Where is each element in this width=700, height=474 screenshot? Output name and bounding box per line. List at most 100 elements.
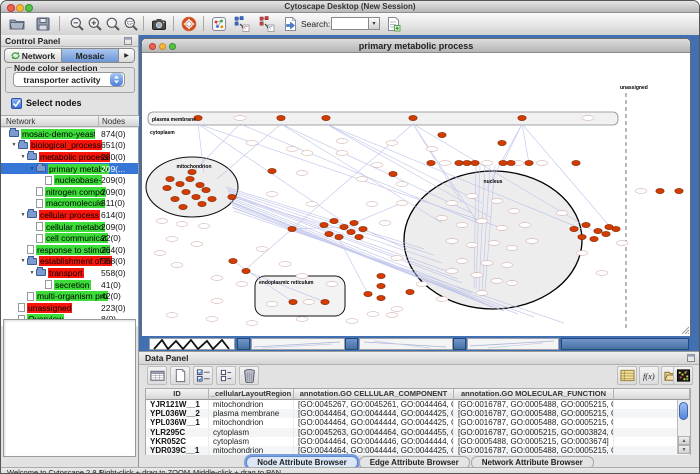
vizmapper-button[interactable] [280, 15, 300, 33]
disclosure-triangle-icon[interactable]: ▼ [19, 154, 27, 160]
delete-attribute-button[interactable] [239, 366, 259, 385]
tree-item-nitrogen-compo[interactable]: nitrogen compo209(0) [1, 186, 138, 198]
search-input[interactable] [331, 17, 372, 30]
network-tree: mosaic-demo-yeast874(0)▼biological_proce… [1, 128, 138, 326]
table-row[interactable]: YLR295Ccytoplasm[GO:0045263, GO:0044464,… [146, 428, 690, 437]
disclosure-triangle-icon[interactable]: ▼ [19, 258, 27, 264]
zoom-in-button[interactable] [85, 15, 105, 33]
node-count: 651(0) [101, 140, 126, 150]
tree-item-nucleobase-[interactable]: nucleobase-209(0) [1, 174, 138, 186]
network-view-titlebar: primary metabolic process [142, 39, 690, 53]
toolbar-separator [143, 16, 144, 31]
tree-item-label: unassigned [27, 303, 72, 313]
column-header[interactable]: annotation.GO MOLECULAR_FUNCTION [454, 389, 614, 400]
tree-item-macromolecule[interactable]: macromolecule311(0) [1, 198, 138, 210]
tree-item-establishment-of-lo[interactable]: ▼establishment of lo558(0) [1, 256, 138, 268]
table-scrollbar[interactable]: ▲ ▼ [677, 400, 690, 454]
background-windows-strip [139, 337, 700, 351]
tab-overflow-button[interactable]: ▶ [119, 48, 135, 63]
zoom-fit-button[interactable] [103, 15, 123, 33]
tab-mosaic[interactable]: Mosaic [62, 48, 119, 63]
trash-icon [242, 368, 257, 383]
disclosure-triangle-icon[interactable]: ▼ [28, 270, 36, 276]
network-graph[interactable]: plasma membranecytoplasmmitochondrionnuc… [142, 53, 690, 336]
tree-item-label: metabolic process [39, 152, 110, 162]
cell-mf: [GO:0016787, GO:0005488, GO:0005215, G..… [454, 400, 614, 409]
zoom-selected-button[interactable] [121, 15, 141, 33]
cell-id: YLR295C [146, 428, 209, 437]
column-header[interactable]: annotation.GO CELLULAR_COMPONENT [294, 389, 454, 400]
tab-network[interactable]: Network [4, 48, 62, 63]
open-folder-icon [9, 16, 25, 32]
float-panel-icon[interactable] [124, 37, 132, 45]
network-canvas[interactable]: plasma membranecytoplasmmitochondrionnuc… [142, 53, 690, 336]
scroll-down-button[interactable]: ▼ [678, 445, 690, 454]
save-session-button[interactable] [33, 15, 53, 33]
search-options-button[interactable]: ▾ [368, 17, 380, 30]
node-color-selected-option: transporter activity [14, 75, 110, 85]
status-welcome: Welcome to Cytoscape 2.8.1 [7, 468, 103, 474]
zoom-out-button[interactable] [67, 15, 87, 33]
svg-text:unassigned: unassigned [620, 85, 648, 91]
network-overview-button[interactable] [209, 15, 229, 33]
svg-text:mitochondrion: mitochondrion [177, 164, 212, 170]
tree-item-metabolic-process[interactable]: ▼metabolic process280(0) [1, 151, 138, 163]
apply-layout-blue-button[interactable] [232, 15, 252, 33]
tree-item-transport[interactable]: ▼transport558(0) [1, 267, 138, 279]
disclosure-triangle-icon[interactable]: ▼ [19, 212, 27, 218]
unselect-attributes-button[interactable] [216, 366, 236, 385]
disclosure-triangle-icon[interactable]: ▼ [28, 166, 36, 172]
network-view-window: primary metabolic process plasma membran… [141, 38, 691, 336]
tree-item-multi-organism-pro[interactable]: multi-organism pro42(0) [1, 290, 138, 302]
import-attributes-button[interactable] [383, 15, 403, 33]
background-window-fragment [345, 338, 358, 350]
node-count: 558(0) [101, 256, 126, 266]
tree-item-unassigned[interactable]: unassigned223(0) [1, 302, 138, 314]
tree-item-label: cellular metabo [45, 222, 105, 232]
table-row[interactable]: YDR039C__1mitochondrion[GO:0044464, GO:0… [146, 446, 690, 455]
table-row[interactable]: YPL036W__1mitochondrion[GO:0044464, GO:0… [146, 418, 690, 427]
main-toolbar: Search: ▾ [1, 13, 699, 36]
attribute-table-button[interactable] [147, 366, 167, 385]
help-button[interactable] [179, 15, 199, 33]
tree-item-response-to-stimulu[interactable]: response to stimulu264(0) [1, 244, 138, 256]
vizmapper-icon [282, 16, 298, 32]
select-nodes-checkbox[interactable] [11, 98, 22, 109]
column-header[interactable]: _cellularLayoutRegion [209, 389, 294, 400]
new-attribute-button[interactable] [170, 366, 190, 385]
svg-text:endoplasmic reticulum: endoplasmic reticulum [259, 280, 314, 286]
disclosure-triangle-icon[interactable]: ▼ [10, 142, 18, 148]
node-color-selection-group: Node color selection transporter activit… [5, 67, 135, 93]
scrollbar-thumb[interactable] [679, 402, 688, 420]
attribute-matrix-button[interactable] [673, 366, 693, 385]
tree-item-mosaic-demo-yeast[interactable]: mosaic-demo-yeast874(0) [1, 128, 138, 140]
table-row[interactable]: YJR121W__1mitochondrion[GO:0045267, GO:0… [146, 400, 690, 409]
node-count: 209(0) [101, 175, 126, 185]
table-row[interactable]: YPL036W__2plasma membrane[GO:0044464, GO… [146, 409, 690, 418]
open-session-button[interactable] [7, 15, 27, 33]
tree-item-secretion[interactable]: secretion41(0) [1, 279, 138, 291]
cell-mf: [GO:0016787, GO:0005488, GO:0005215, G..… [454, 418, 614, 427]
float-panel-icon[interactable] [687, 354, 695, 362]
node-color-select[interactable]: transporter activity [13, 72, 125, 87]
resize-grip-icon[interactable] [680, 325, 689, 334]
snapshot-button[interactable] [149, 15, 169, 33]
function-builder-button[interactable]: f(x) [639, 366, 659, 385]
node-count: 311(0) [101, 198, 125, 208]
tree-item-cell-communicat[interactable]: cell communicat22(0) [1, 232, 138, 244]
table-row[interactable]: YKR052Ccytoplasm[GO:0044464, GO:0044446,… [146, 437, 690, 446]
apply-layout-red-button[interactable] [257, 15, 277, 33]
scroll-up-button[interactable]: ▲ [678, 436, 690, 445]
file-icon [36, 234, 43, 243]
tree-item-cellular-process[interactable]: ▼cellular process614(0) [1, 209, 138, 221]
node-count: 874(0) [101, 129, 126, 139]
attribute-list-button[interactable] [617, 366, 637, 385]
tree-item-biological-process[interactable]: ▼biological_process651(0) [1, 140, 138, 152]
select-attributes-button[interactable] [193, 366, 213, 385]
tree-item-cellular-metabo[interactable]: cellular metabo209(0) [1, 221, 138, 233]
column-header[interactable]: ID [146, 389, 209, 400]
background-window-fragment [359, 338, 453, 350]
tree-item-primary-metabo[interactable]: ▼primary metabo209(... [1, 163, 138, 175]
node-count: 558(0) [101, 268, 126, 278]
combo-stepper-icon [110, 73, 123, 86]
